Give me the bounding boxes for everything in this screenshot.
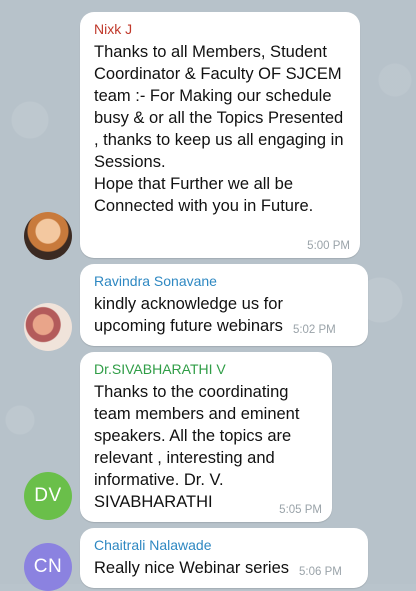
message-time: 5:05 PM <box>279 504 322 516</box>
message-bubble-4[interactable]: Chaitrali Nalawade Really nice Webinar s… <box>80 528 368 588</box>
message-text: Really nice Webinar series 5:06 PM <box>94 557 356 583</box>
avatar-dv[interactable]: DV <box>24 472 72 520</box>
message-body: Thanks to the coordinating team members … <box>94 383 300 511</box>
message-time: 5:00 PM <box>307 240 350 252</box>
message-time: 5:06 PM <box>299 566 342 578</box>
message-sender[interactable]: Chaitrali Nalawade <box>94 537 356 553</box>
message-sender[interactable]: Nixk J <box>94 21 348 37</box>
message-sender[interactable]: Ravindra Sonavane <box>94 273 356 289</box>
message-body: Really nice Webinar series <box>94 559 290 577</box>
avatar-ravindra-sonavane[interactable] <box>24 303 72 351</box>
message-body: kindly acknowledge us for upcoming futur… <box>94 295 283 335</box>
message-time: 5:02 PM <box>292 324 336 336</box>
message-bubble-1[interactable]: Nixk J Thanks to all Members, Student Co… <box>80 12 360 258</box>
message-bubble-2[interactable]: Ravindra Sonavane kindly acknowledge us … <box>80 264 368 346</box>
chat-background: Nixk J Thanks to all Members, Student Co… <box>0 0 416 591</box>
message-sender[interactable]: Dr.SIVABHARATHI V <box>94 361 320 377</box>
message-bubble-3[interactable]: Dr.SIVABHARATHI V Thanks to the coordina… <box>80 352 332 522</box>
avatar-nixk-j[interactable] <box>24 212 72 260</box>
message-text: kindly acknowledge us for upcoming futur… <box>94 293 356 341</box>
message-text: Thanks to all Members, Student Coordinat… <box>94 41 348 217</box>
message-body: Thanks to all Members, Student Coordinat… <box>94 43 344 215</box>
